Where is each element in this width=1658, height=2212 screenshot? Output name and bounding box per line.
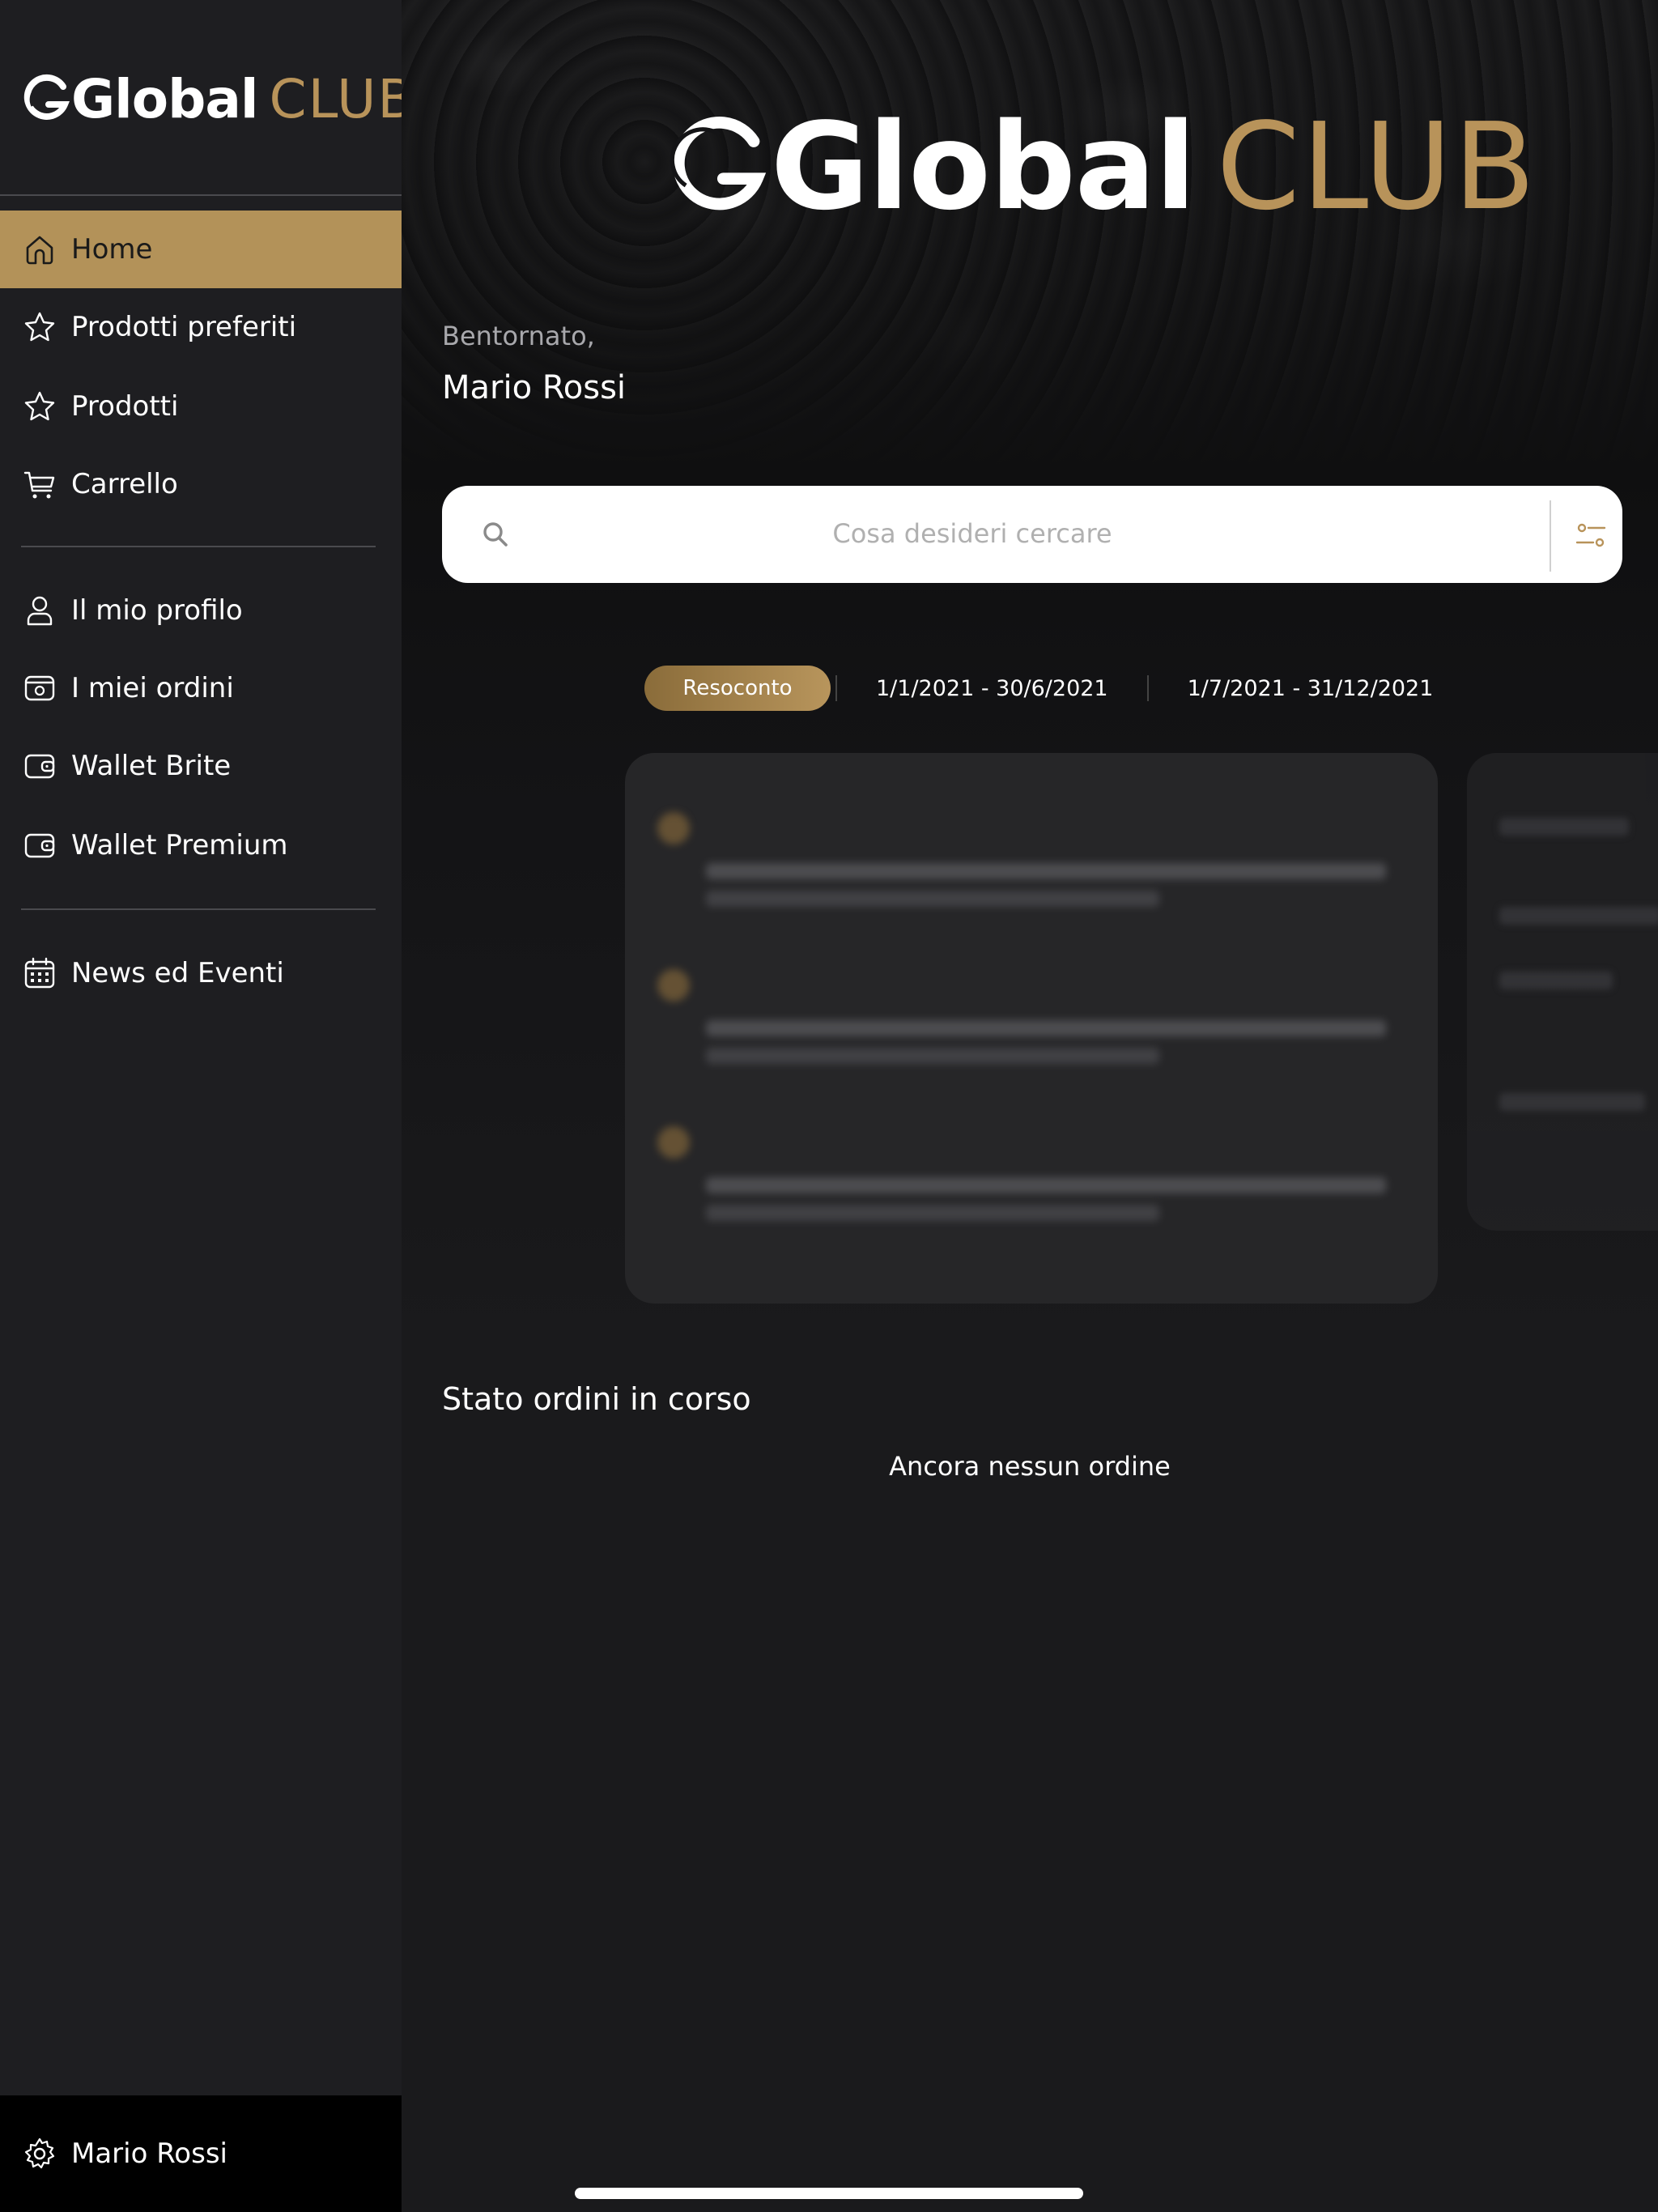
summary-row — [657, 810, 1386, 907]
sidebar-item-label: Il mio profilo — [71, 594, 243, 627]
sidebar-item-wallet-brite[interactable]: Wallet Brite — [0, 727, 402, 805]
sidebar-item-prodotti[interactable]: Prodotti — [0, 368, 402, 445]
sidebar-item-carrello[interactable]: Carrello — [0, 445, 402, 523]
summary-row — [657, 967, 1386, 1064]
sidebar-item-label: Home — [71, 233, 153, 266]
tab-separator — [835, 675, 837, 701]
divider — [21, 546, 376, 547]
user-icon — [21, 592, 58, 629]
sidebar-footer-user[interactable]: Mario Rossi — [0, 2095, 402, 2212]
sidebar-item-news-eventi[interactable]: News ed Eventi — [0, 934, 402, 1012]
orders-empty-text: Ancora nessun ordine — [889, 1451, 1171, 1482]
sidebar-item-profilo[interactable]: Il mio profilo — [0, 572, 402, 649]
sidebar-item-label: News ed Eventi — [71, 957, 284, 989]
main-content: Global CLUB Bentornato, Mario Rossi Cosa… — [402, 0, 1658, 2212]
tab-first-half[interactable]: 1/1/2021 - 30/6/2021 — [842, 676, 1142, 701]
sidebar-item-wallet-premium[interactable]: Wallet Premium — [0, 806, 402, 884]
calendar-icon — [21, 955, 58, 992]
search-input[interactable]: Cosa desideri cercare — [442, 518, 1503, 549]
sidebar-item-label: Prodotti — [71, 390, 179, 423]
home-icon — [21, 231, 58, 268]
hero-logo: Global CLUB — [665, 97, 1537, 236]
sidebar-item-label: Wallet Premium — [71, 829, 288, 861]
logo-g-icon — [23, 74, 70, 120]
tab-second-half[interactable]: 1/7/2021 - 31/12/2021 — [1154, 676, 1468, 701]
cart-icon — [21, 466, 58, 503]
divider — [21, 908, 376, 910]
summary-row — [657, 1124, 1386, 1221]
tab-separator — [1146, 675, 1149, 701]
period-tabs: Resoconto 1/1/2021 - 30/6/2021 1/7/2021 … — [644, 664, 1467, 713]
logo-word: Global — [71, 67, 259, 130]
gear-icon — [21, 2135, 58, 2172]
logo-g-icon — [670, 117, 767, 211]
search-bar[interactable]: Cosa desideri cercare — [442, 486, 1622, 583]
star-icon — [21, 308, 58, 346]
divider — [0, 194, 402, 196]
wallet-icon — [21, 827, 58, 864]
search-separator — [1550, 500, 1551, 572]
sidebar-item-label: Carrello — [71, 468, 178, 500]
summary-card[interactable] — [625, 753, 1438, 1304]
home-indicator[interactable] — [575, 2188, 1083, 2199]
logo-accent: CLUB — [269, 67, 416, 130]
sidebar-item-prodotti-preferiti[interactable]: Prodotti preferiti — [0, 288, 402, 366]
sidebar-item-label: Prodotti preferiti — [71, 311, 297, 343]
sidebar-item-home[interactable]: Home — [0, 211, 402, 288]
orders-icon — [21, 670, 58, 707]
orders-section-title: Stato ordini in corso — [442, 1381, 751, 1417]
filter-icon[interactable] — [1572, 517, 1609, 554]
logo-word: Global — [771, 97, 1196, 236]
sidebar: Global CLUB Home Prodotti preferiti Prod… — [0, 0, 414, 2212]
logo-accent: CLUB — [1216, 97, 1537, 236]
sidebar-item-label: I miei ordini — [71, 672, 234, 704]
footer-username: Mario Rossi — [71, 2138, 227, 2170]
greeting-text: Bentornato, — [442, 321, 595, 351]
wallet-icon — [21, 747, 58, 785]
sidebar-item-ordini[interactable]: I miei ordini — [0, 649, 402, 727]
welcome-block: Bentornato, Mario Rossi — [442, 321, 626, 406]
username-text: Mario Rossi — [442, 369, 627, 406]
summary-card-next[interactable] — [1467, 753, 1658, 1231]
sidebar-logo: Global CLUB — [21, 66, 416, 131]
star-icon — [21, 388, 58, 425]
sidebar-item-label: Wallet Brite — [71, 750, 232, 782]
tab-resoconto[interactable]: Resoconto — [644, 666, 831, 711]
